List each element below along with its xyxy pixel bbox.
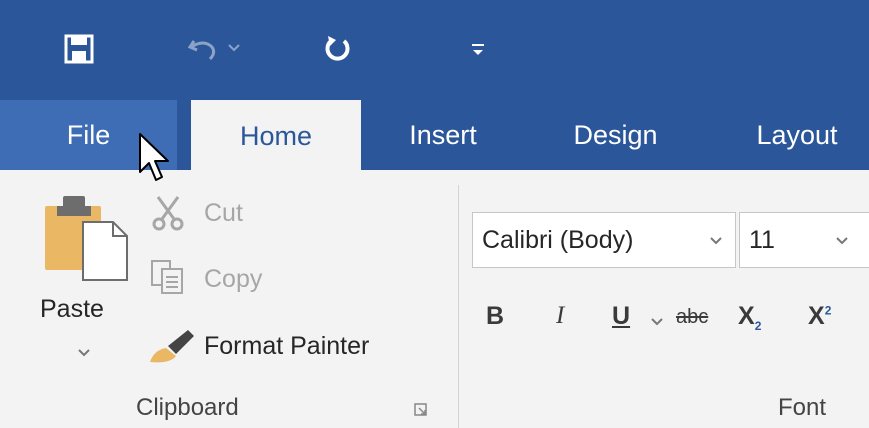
paste-button[interactable]: Paste [40, 192, 130, 372]
tab-insert[interactable]: Insert [388, 100, 498, 170]
copy-button[interactable]: Copy [148, 257, 288, 301]
tab-design[interactable]: Design [553, 100, 678, 170]
clipboard-group-label: Clipboard [136, 394, 239, 421]
chevron-down-icon [710, 237, 722, 245]
format-painter-label: Format Painter [204, 332, 370, 360]
italic-button[interactable]: I [556, 302, 564, 330]
ribbon-panel [0, 170, 869, 428]
dialog-launcher-icon[interactable] [414, 403, 428, 417]
font-group-label: Font [778, 394, 827, 421]
mouse-cursor-icon [139, 133, 169, 181]
cut-button[interactable]: Cut [148, 193, 268, 237]
font-size-dropdown[interactable]: 11 [739, 212, 869, 268]
tab-layout[interactable]: Layout [725, 100, 869, 170]
title-bar [0, 0, 869, 100]
customize-qat-icon[interactable] [468, 38, 488, 62]
underline-button[interactable]: U [612, 302, 630, 331]
scissors-icon [152, 196, 184, 231]
tab-design-label: Design [573, 119, 658, 150]
paste-icon [45, 196, 128, 281]
save-icon[interactable] [60, 30, 98, 68]
undo-icon[interactable] [185, 32, 221, 68]
repeat-icon[interactable] [318, 30, 356, 68]
cut-label: Cut [204, 199, 243, 227]
superscript-button[interactable]: X2 [808, 302, 831, 331]
superscript-label: X [808, 302, 825, 330]
format-painter-button[interactable]: Format Painter [148, 322, 433, 370]
chevron-down-icon [836, 237, 848, 245]
ribbon-tabs: File Home Insert Design Layout [0, 100, 869, 173]
underline-dropdown-icon[interactable] [651, 318, 663, 326]
chevron-down-icon [78, 349, 90, 357]
strikethrough-button[interactable]: abc [676, 306, 708, 329]
paste-label: Paste [40, 295, 104, 323]
subscript-label: X [738, 302, 755, 330]
bold-button[interactable]: B [486, 302, 504, 331]
tab-layout-label: Layout [756, 119, 838, 150]
copy-label: Copy [204, 265, 263, 293]
font-name-value: Calibri (Body) [482, 225, 634, 254]
subscript-button[interactable]: X2 [738, 302, 761, 333]
undo-dropdown-icon[interactable] [226, 40, 242, 56]
font-size-value: 11 [749, 225, 775, 254]
paintbrush-icon [150, 330, 194, 363]
tab-insert-label: Insert [409, 119, 477, 150]
tab-home[interactable]: Home [191, 100, 361, 173]
copy-icon [151, 260, 183, 294]
tab-home-label: Home [239, 121, 313, 151]
tab-file-label: File [66, 119, 111, 150]
group-divider [458, 185, 459, 428]
font-name-dropdown[interactable]: Calibri (Body) [472, 212, 736, 268]
